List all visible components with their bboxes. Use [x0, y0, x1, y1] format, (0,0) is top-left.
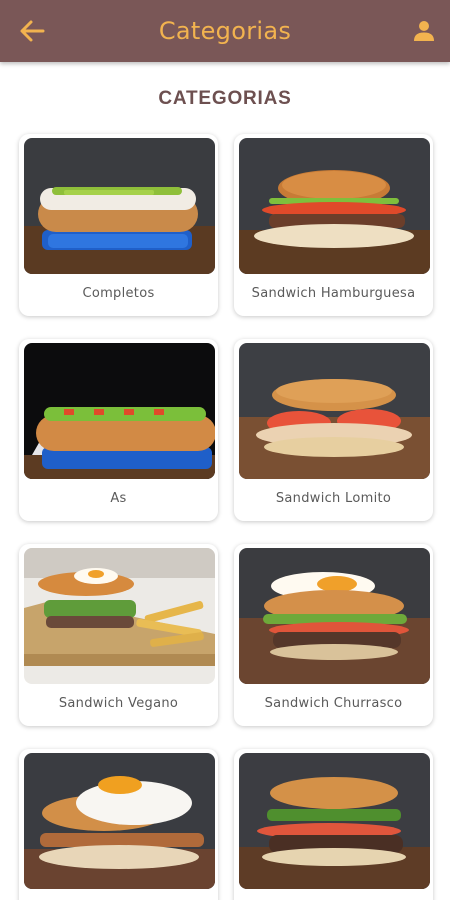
category-image [24, 548, 215, 684]
category-label: Completos [82, 286, 155, 301]
category-image [24, 343, 215, 479]
category-image [239, 548, 430, 684]
back-button[interactable] [14, 14, 50, 48]
category-card-completos[interactable]: Completos [19, 134, 218, 316]
app-bar: Categorias [0, 0, 450, 62]
arrow-left-icon [20, 20, 45, 42]
category-card-as[interactable]: As [19, 339, 218, 521]
category-card-sandwich-hamburguesa[interactable]: Sandwich Hamburguesa [234, 134, 433, 316]
page-title: Categorias [158, 17, 292, 45]
section-title: CATEGORIAS [158, 88, 292, 109]
category-card-sandwich-lomito[interactable]: Sandwich Lomito [234, 339, 433, 521]
category-image [239, 753, 430, 889]
category-grid: Completos Sandwich Hamburguesa As Sandwi… [19, 134, 433, 900]
category-label: Sandwich Lomito [275, 491, 392, 506]
category-label: Sandwich Hamburguesa [251, 286, 416, 301]
category-card-sandwich-vegano[interactable]: Sandwich Vegano [19, 544, 218, 726]
profile-button[interactable] [410, 14, 438, 48]
category-label: Sandwich Churrasco [264, 696, 403, 711]
category-image [239, 138, 430, 274]
category-image [24, 138, 215, 274]
category-card-sandwich-churrasco[interactable]: Sandwich Churrasco [234, 544, 433, 726]
category-label: Sandwich Vegano [58, 696, 179, 711]
category-card-7[interactable] [19, 749, 218, 900]
category-card-8[interactable] [234, 749, 433, 900]
category-label: As [110, 491, 127, 506]
category-image [239, 343, 430, 479]
person-icon [414, 21, 434, 41]
category-image [24, 753, 215, 889]
